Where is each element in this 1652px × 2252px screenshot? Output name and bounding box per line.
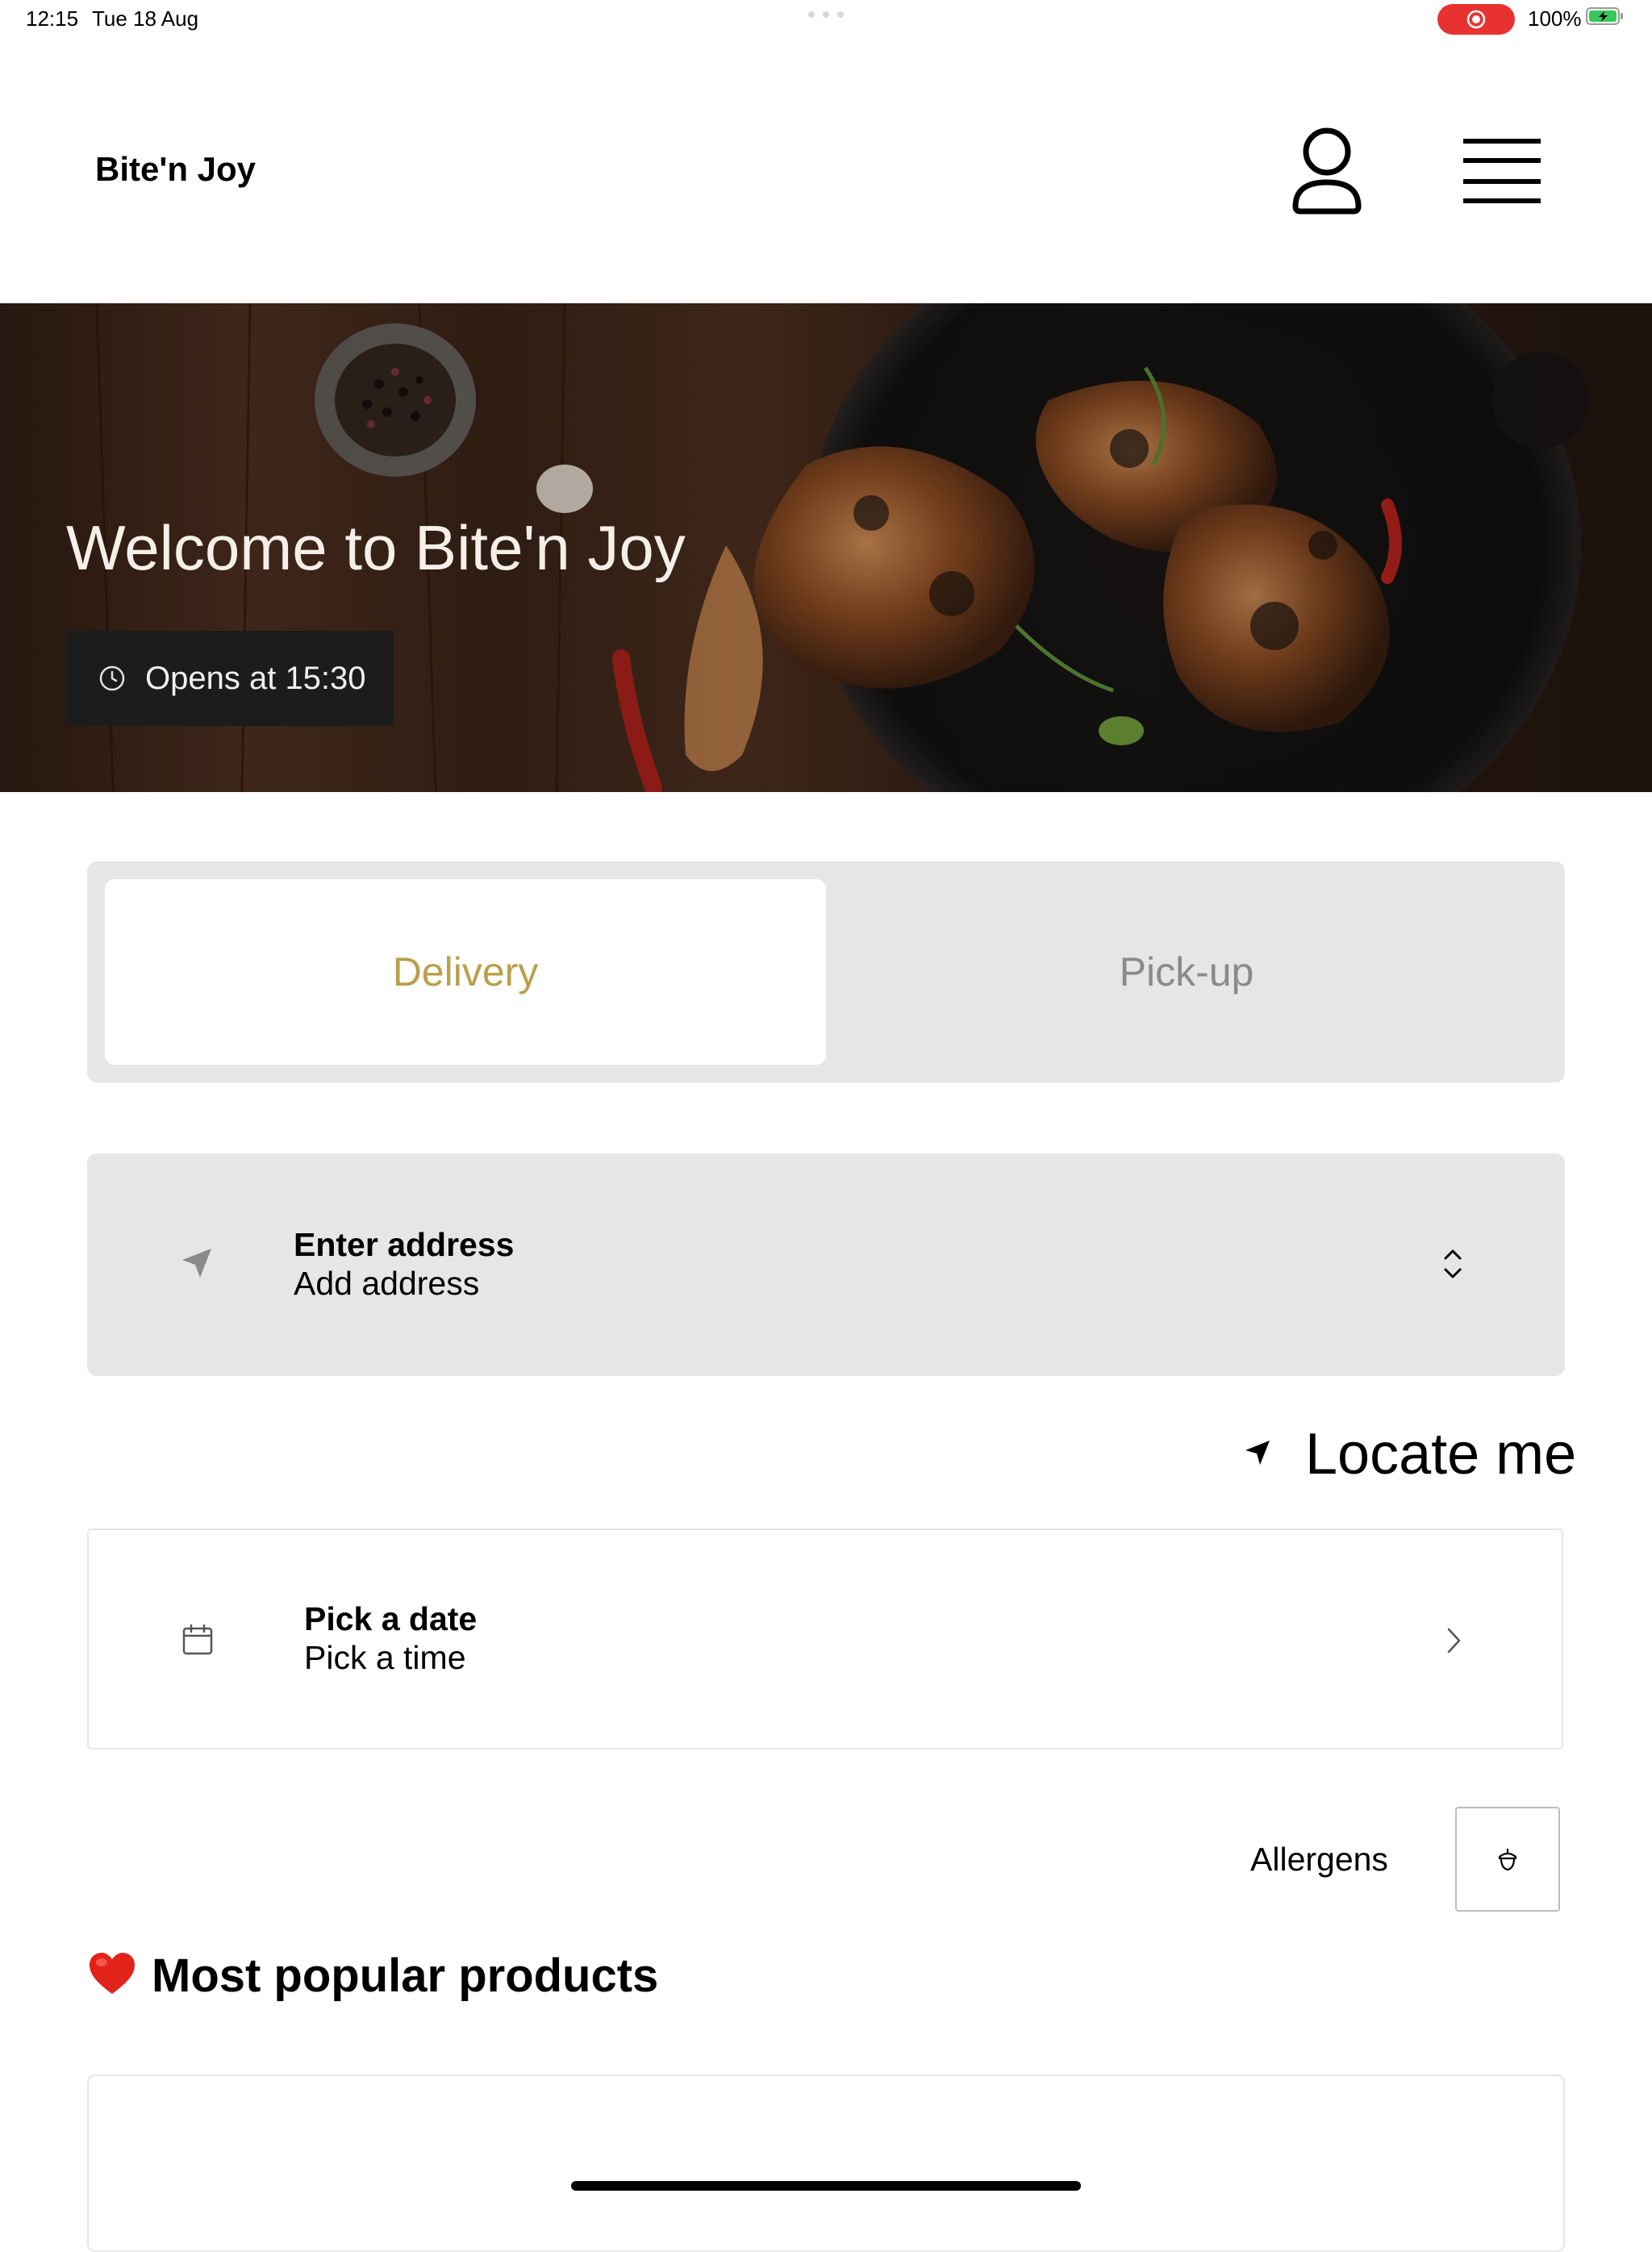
- battery-icon: [1586, 7, 1623, 25]
- welcome-title: Welcome to Bite'n Joy: [66, 512, 686, 583]
- product-card[interactable]: [87, 2075, 1565, 2252]
- home-indicator[interactable]: [571, 2181, 1081, 2191]
- allergens-button[interactable]: [1455, 1807, 1560, 1912]
- most-popular-heading: Most popular products: [152, 1950, 659, 2002]
- clock-icon: [99, 665, 125, 691]
- opening-hours-text: Opens at 15:30: [145, 660, 366, 696]
- address-subtitle: Add address: [294, 1265, 480, 1302]
- pickup-tab[interactable]: Pick-up: [826, 879, 1547, 1065]
- multitasking-dots[interactable]: [808, 11, 844, 19]
- locate-me-button[interactable]: Locate me: [1305, 1421, 1576, 1487]
- delivery-tab[interactable]: Delivery: [105, 879, 826, 1065]
- acorn-icon: [1498, 1848, 1517, 1871]
- hamburger-menu-icon[interactable]: [1462, 136, 1542, 206]
- allergens-label: Allergens: [1250, 1841, 1388, 1878]
- address-title: Enter address: [294, 1226, 515, 1263]
- status-date: Tue 18 Aug: [92, 6, 199, 31]
- chevron-right-icon: [1447, 1628, 1461, 1654]
- location-arrow-icon[interactable]: [1242, 1437, 1273, 1468]
- opening-hours-badge: Opens at 15:30: [66, 631, 394, 726]
- screen-recording-indicator[interactable]: [1437, 4, 1515, 35]
- time-subtitle: Pick a time: [304, 1639, 466, 1676]
- brand-name[interactable]: Bite'n Joy: [95, 150, 256, 189]
- heart-icon: [90, 1953, 135, 1994]
- record-icon: [1466, 10, 1486, 29]
- calendar-icon: [182, 1624, 213, 1655]
- navigation-arrow-icon: [182, 1249, 211, 1278]
- user-icon[interactable]: [1291, 126, 1363, 216]
- chevron-up-down-icon: [1444, 1249, 1462, 1278]
- date-title: Pick a date: [304, 1600, 478, 1637]
- status-time: 12:15: [26, 6, 79, 31]
- battery-percentage: 100%: [1528, 6, 1582, 31]
